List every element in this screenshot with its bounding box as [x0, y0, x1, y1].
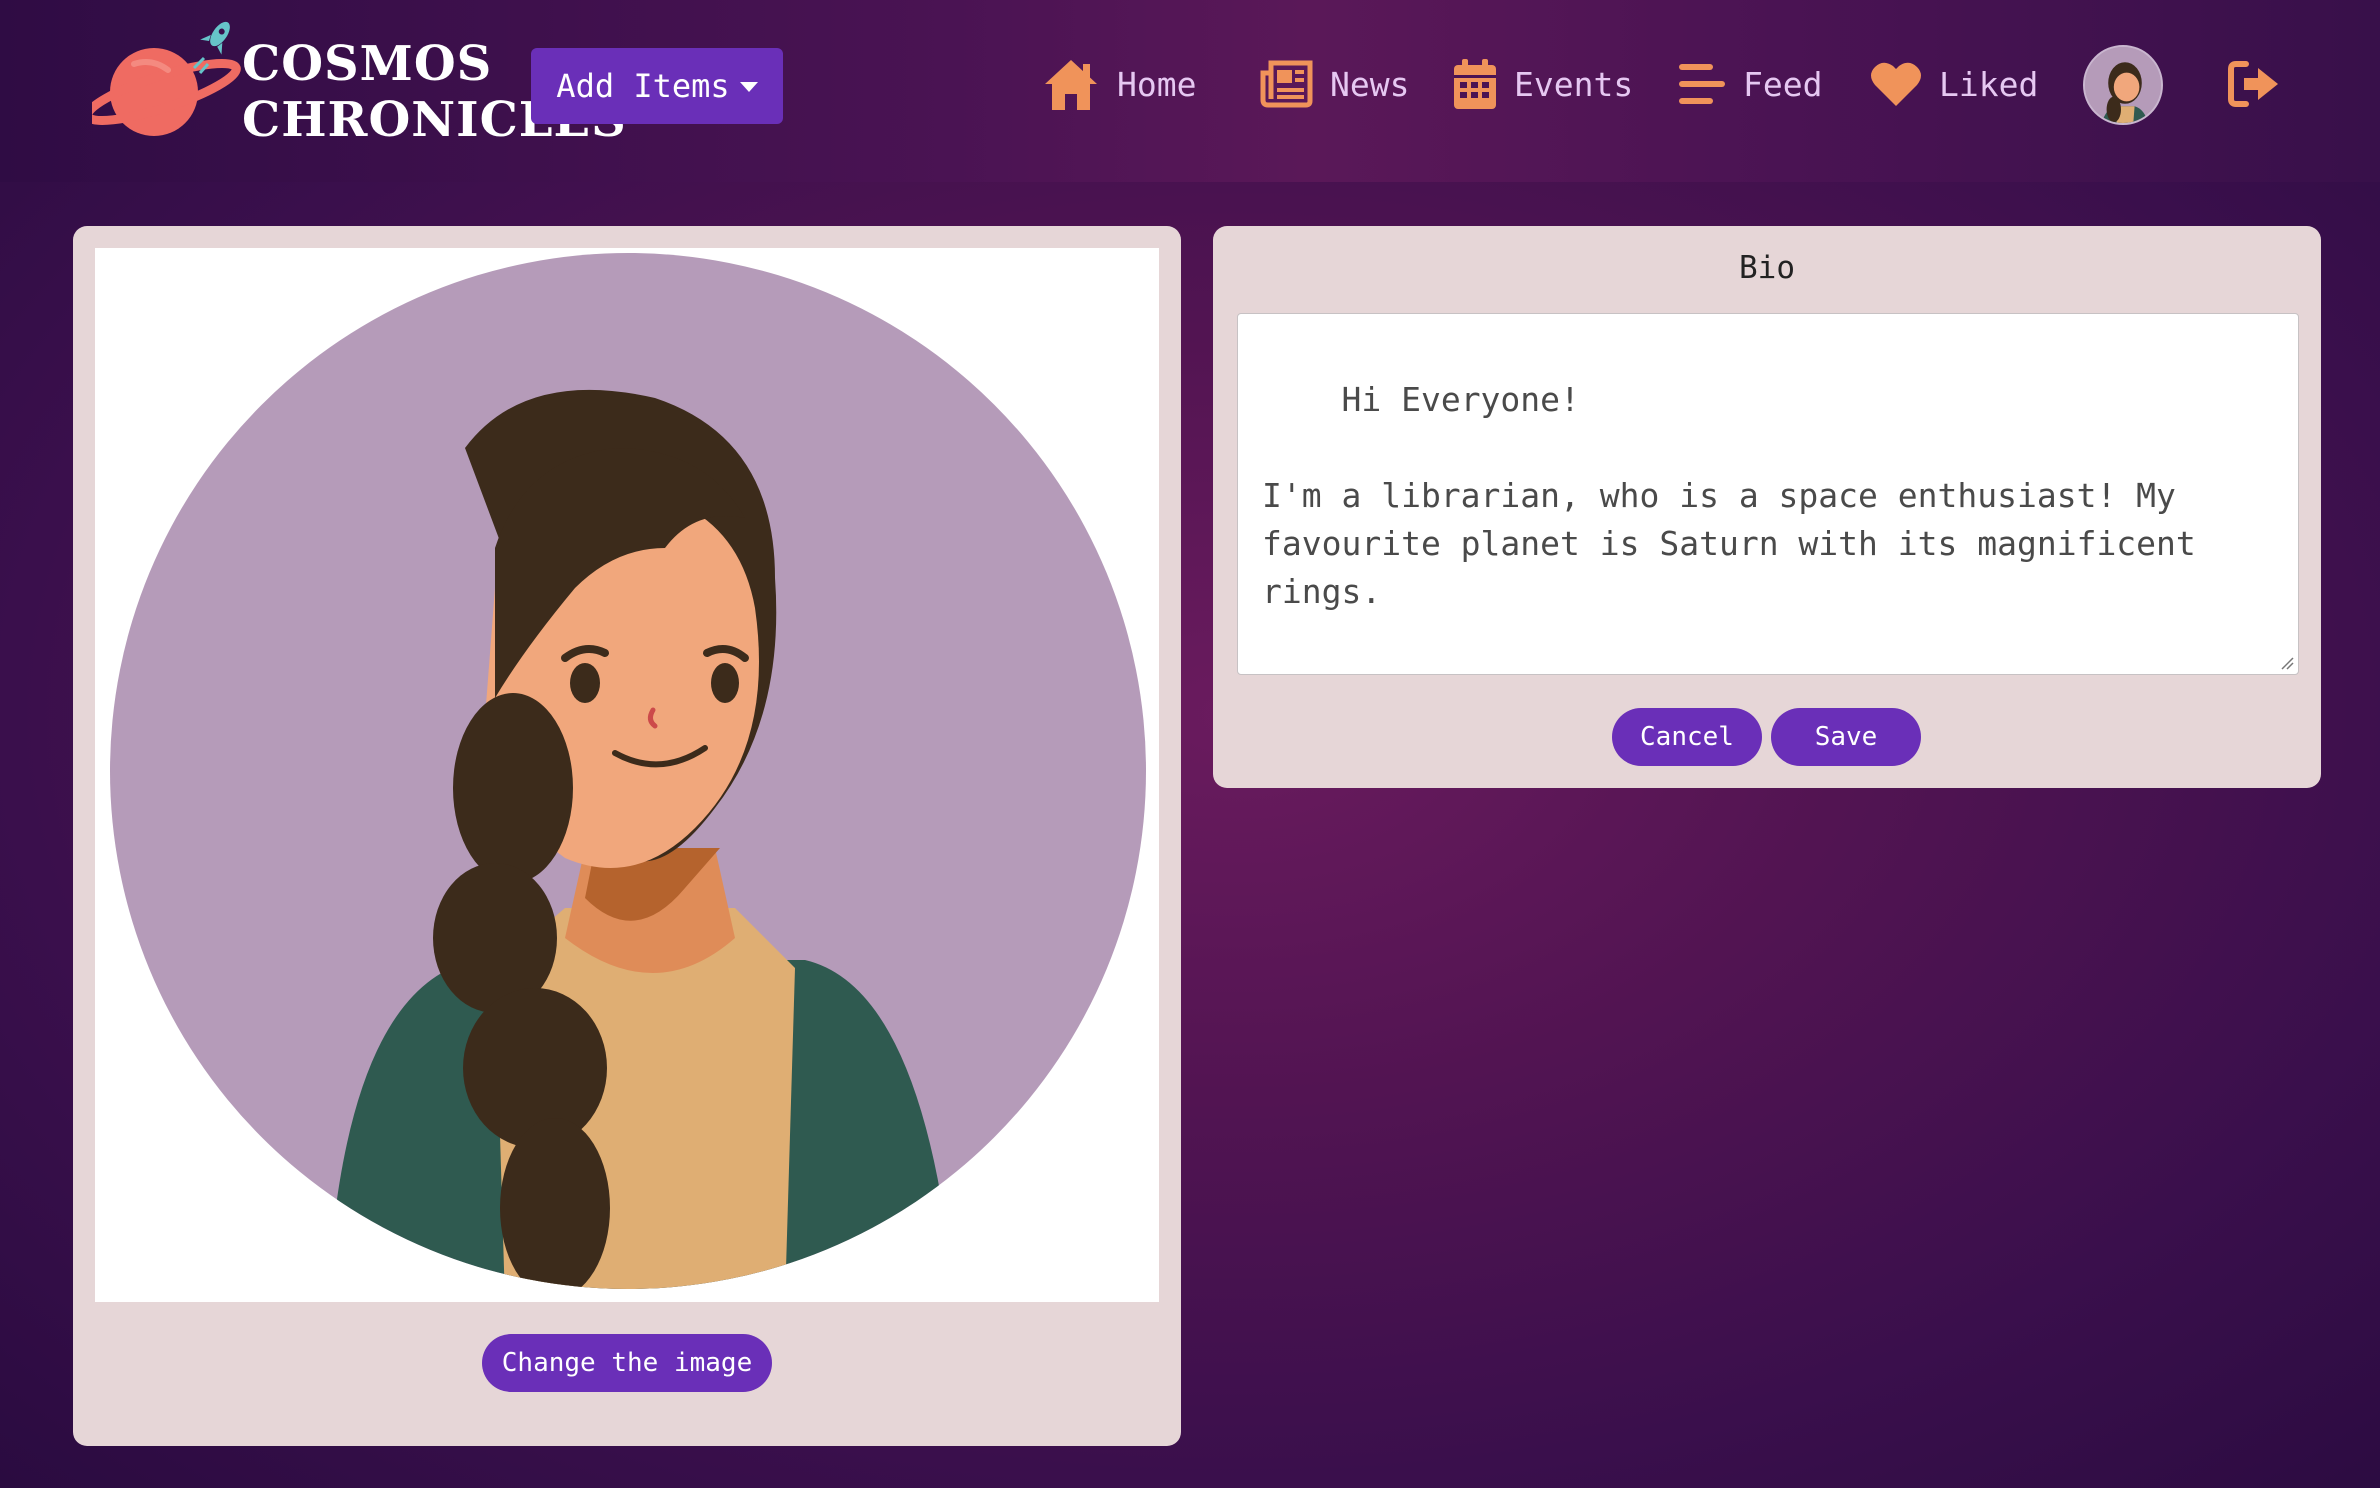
nav-feed[interactable]: Feed [1677, 52, 1822, 116]
nav-home[interactable]: Home [1041, 52, 1196, 116]
newspaper-icon [1260, 60, 1313, 108]
bio-card: Bio Hi Everyone! I'm a librarian, who is… [1213, 226, 2321, 788]
nav-feed-label: Feed [1743, 64, 1823, 104]
heart-icon [1871, 62, 1921, 106]
logout-icon[interactable] [2226, 58, 2282, 110]
bio-textarea[interactable]: Hi Everyone! I'm a librarian, who is a s… [1237, 313, 2299, 675]
add-items-dropdown[interactable]: Add Items [531, 48, 783, 124]
nav-events-label: Events [1514, 64, 1634, 104]
planet-rocket-icon [92, 21, 241, 136]
avatar-portrait [2085, 47, 2161, 123]
profile-image [95, 248, 1159, 1302]
add-items-label: Add Items [556, 67, 730, 105]
nav-news-label: News [1330, 64, 1410, 104]
brand-logo[interactable]: COSMOS CHRONICLES [92, 18, 626, 148]
nav-liked[interactable]: Liked [1869, 52, 2038, 116]
bio-title: Bio [1739, 250, 1795, 286]
woman-portrait-illustration [110, 253, 1146, 1289]
nav-events[interactable]: Events [1452, 52, 1633, 116]
save-button[interactable]: Save [1771, 708, 1921, 766]
feed-lines-icon [1679, 64, 1725, 104]
profile-image-card: Change the image [73, 226, 1181, 1446]
nav-home-label: Home [1117, 64, 1197, 104]
top-navbar: COSMOS CHRONICLES Add Items Home News Ev… [0, 0, 2380, 182]
cancel-button[interactable]: Cancel [1612, 708, 1762, 766]
calendar-icon [1454, 59, 1496, 109]
home-icon [1045, 60, 1097, 110]
nav-news[interactable]: News [1260, 52, 1409, 116]
resize-grip-icon[interactable] [2280, 656, 2294, 670]
nav-liked-label: Liked [1939, 64, 2039, 104]
user-avatar[interactable] [2083, 45, 2163, 125]
caret-down-icon [739, 82, 758, 92]
change-image-button[interactable]: Change the image [482, 1334, 772, 1392]
bio-text: Hi Everyone! I'm a librarian, who is a s… [1262, 380, 2196, 611]
